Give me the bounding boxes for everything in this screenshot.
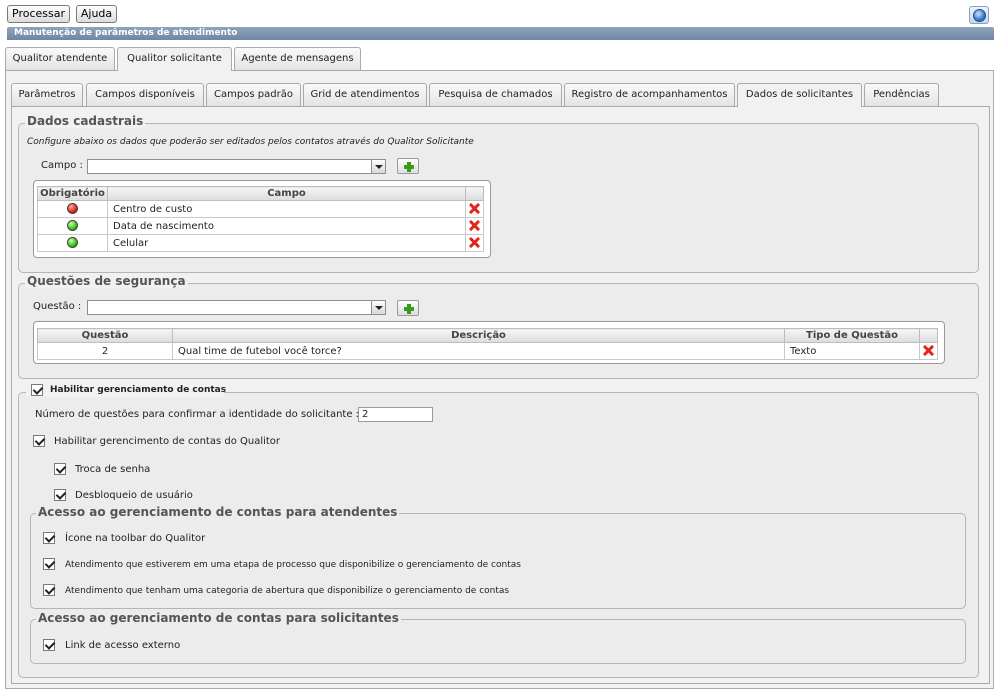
tab-parametros[interactable]: Parâmetros xyxy=(11,83,83,106)
habilitar-qualitor-label: Habilitar gerencimento de contas do Qual… xyxy=(54,436,281,447)
habilitar-gerenciamento-label: Habilitar gerenciamento de contas xyxy=(50,385,227,395)
tab-campos-padrao[interactable]: Campos padrão xyxy=(206,83,301,106)
campo-cell: Centro de custo xyxy=(107,200,466,218)
delete-icon[interactable] xyxy=(923,345,934,356)
table-row[interactable]: 2 Qual time de futebol você torce? Texto xyxy=(37,342,938,360)
required-green-icon[interactable] xyxy=(67,220,78,232)
delete-icon[interactable] xyxy=(469,220,480,231)
required-red-icon[interactable] xyxy=(67,203,78,215)
categoria-abertura-checkbox[interactable] xyxy=(43,584,55,596)
campo-label: Campo : xyxy=(41,160,83,171)
categoria-abertura-label: Atendimento que tenham uma categoria de … xyxy=(65,586,510,596)
help-button[interactable]: Ajuda xyxy=(76,5,117,23)
desbloqueio-checkbox[interactable] xyxy=(54,489,66,501)
descricao-cell: Qual time de futebol você torce? xyxy=(172,342,785,360)
tab-pendencias[interactable]: Pendências xyxy=(864,83,939,106)
etapa-processo-label: Atendimento que estiverem em uma etapa d… xyxy=(65,560,521,570)
tab-agente-mensagens[interactable]: Agente de mensagens xyxy=(234,47,361,70)
col-descricao: Descrição xyxy=(172,328,785,343)
questao-select[interactable] xyxy=(87,300,386,315)
tab-grid-atendimentos[interactable]: Grid de atendimentos xyxy=(303,83,427,106)
icone-toolbar-label: Ícone na toolbar do Qualitor xyxy=(65,533,206,544)
campos-table: Obrigatório Campo Centro de custo Data d… xyxy=(37,186,484,252)
table-row[interactable]: Celular xyxy=(37,234,484,252)
troca-senha-label: Troca de senha xyxy=(75,464,151,475)
tab-qualitor-atendente[interactable]: Qualitor atendente xyxy=(5,47,115,70)
questoes-table: Questão Descrição Tipo de Questão 2 Qual… xyxy=(37,328,938,360)
tab-campos-disponiveis[interactable]: Campos disponíveis xyxy=(86,83,204,106)
acesso-solicitantes-legend: Acesso ao gerenciamento de contas para s… xyxy=(36,611,401,625)
questao-label: Questão : xyxy=(33,301,82,312)
tab-qualitor-solicitante[interactable]: Qualitor solicitante xyxy=(117,47,232,71)
delete-icon[interactable] xyxy=(469,237,480,248)
num-questoes-input[interactable]: 2 xyxy=(358,407,433,422)
troca-senha-checkbox[interactable] xyxy=(54,463,66,475)
tab-registro-acompanhamentos[interactable]: Registro de acompanhamentos xyxy=(564,83,735,106)
link-externo-label: Link de acesso externo xyxy=(65,640,181,651)
col-obrigatorio: Obrigatório xyxy=(37,186,108,201)
chevron-down-icon xyxy=(371,301,385,314)
col-campo: Campo xyxy=(107,186,466,201)
campo-select[interactable] xyxy=(87,159,386,174)
num-questoes-label: Número de questões para confirmar a iden… xyxy=(35,409,360,420)
globe-icon xyxy=(973,9,986,22)
etapa-processo-checkbox[interactable] xyxy=(43,558,55,570)
window-title: Manutenção de parâmetros de atendimento xyxy=(7,27,994,40)
table-row[interactable]: Data de nascimento xyxy=(37,217,484,235)
add-campo-button[interactable] xyxy=(397,158,419,174)
delete-icon[interactable] xyxy=(469,203,480,214)
icone-toolbar-checkbox[interactable] xyxy=(43,532,55,544)
habilitar-qualitor-checkbox[interactable] xyxy=(33,435,45,447)
tab-pesquisa-chamados[interactable]: Pesquisa de chamados xyxy=(429,83,562,106)
questao-cell: 2 xyxy=(37,342,173,360)
campo-cell: Celular xyxy=(107,234,466,252)
tab-dados-solicitantes[interactable]: Dados de solicitantes xyxy=(737,83,862,107)
questoes-legend: Questões de segurança xyxy=(25,274,188,288)
link-externo-checkbox[interactable] xyxy=(43,639,55,651)
campo-cell: Data de nascimento xyxy=(107,217,466,235)
col-tipo: Tipo de Questão xyxy=(784,328,920,343)
process-button[interactable]: Processar xyxy=(7,5,70,23)
tipo-cell: Texto xyxy=(784,342,920,360)
required-green-icon[interactable] xyxy=(67,237,78,249)
dados-cadastrais-legend: Dados cadastrais xyxy=(25,114,146,128)
acesso-atendentes-legend: Acesso ao gerenciamento de contas para a… xyxy=(36,505,400,519)
add-questao-button[interactable] xyxy=(397,300,419,316)
table-row[interactable]: Centro de custo xyxy=(37,200,484,218)
dados-cadastrais-description: Configure abaixo os dados que poderão se… xyxy=(27,137,474,147)
globe-help-button[interactable] xyxy=(969,6,989,24)
habilitar-gerenciamento-checkbox[interactable] xyxy=(31,384,43,396)
chevron-down-icon xyxy=(371,160,385,173)
col-questao: Questão xyxy=(37,328,173,343)
desbloqueio-label: Desbloqueio de usuário xyxy=(75,490,193,501)
